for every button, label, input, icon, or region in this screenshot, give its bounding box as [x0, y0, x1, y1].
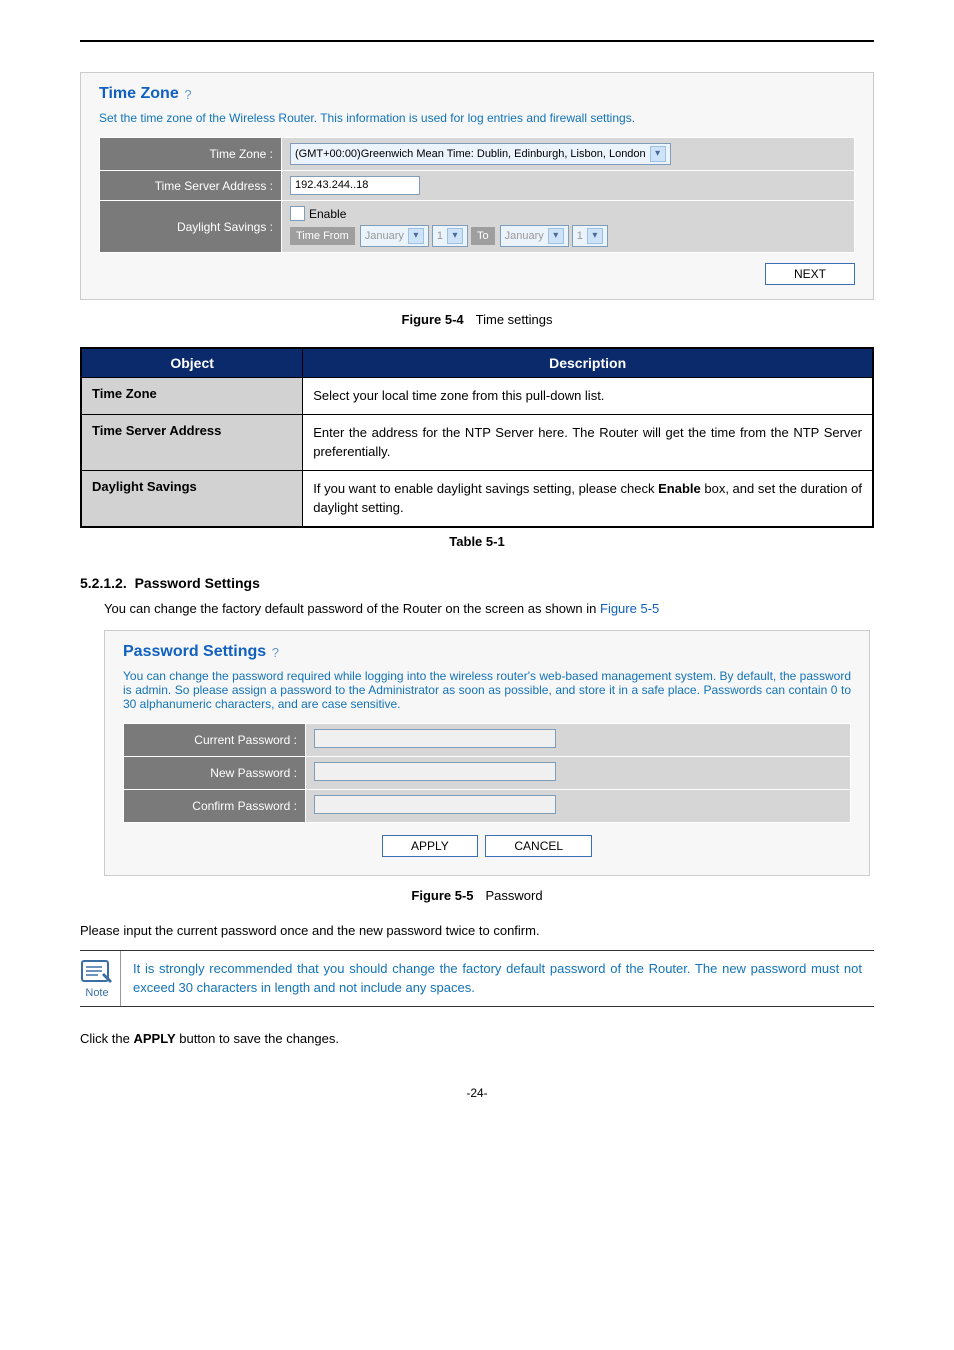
tz-select[interactable]: (GMT+00:00)Greenwich Mean Time: Dublin, …	[290, 143, 671, 165]
confirm-password-label: Confirm Password :	[124, 789, 306, 822]
current-password-label: Current Password :	[124, 723, 306, 756]
server-value-cell: 192.43.244..18	[282, 171, 855, 201]
from-day-select[interactable]: 1 ▾	[432, 225, 468, 247]
tz-select-text: (GMT+00:00)Greenwich Mean Time: Dublin, …	[295, 148, 646, 160]
to-day-select[interactable]: 1 ▾	[572, 225, 608, 247]
password-panel: Password Settings ? You can change the p…	[104, 630, 870, 876]
tz-value-cell: (GMT+00:00)Greenwich Mean Time: Dublin, …	[282, 138, 855, 171]
timezone-panel-title: Time Zone	[99, 85, 179, 103]
new-password-label: New Password :	[124, 756, 306, 789]
server-label: Time Server Address :	[100, 171, 282, 201]
figure-5-5-link[interactable]: Figure 5-5	[600, 601, 659, 616]
note-icon	[80, 957, 114, 985]
next-button[interactable]: NEXT	[765, 263, 855, 285]
chevron-down-icon: ▾	[548, 228, 564, 244]
apply-button[interactable]: APPLY	[382, 835, 478, 857]
timezone-panel-desc: Set the time zone of the Wireless Router…	[99, 111, 855, 125]
new-password-input[interactable]	[314, 762, 556, 781]
obj-header: Object	[81, 348, 303, 378]
chevron-down-icon: ▾	[650, 146, 666, 162]
chevron-down-icon: ▾	[447, 228, 463, 244]
page-number: -24-	[80, 1086, 874, 1100]
note-text: It is strongly recommended that you shou…	[121, 951, 874, 1006]
confirm-password-input[interactable]	[314, 795, 556, 814]
help-icon[interactable]: ?	[184, 87, 191, 102]
password-form-table: Current Password : New Password : Confir…	[123, 723, 851, 823]
password-panel-desc: You can change the password required whi…	[123, 669, 851, 711]
from-month-select[interactable]: January ▾	[360, 225, 429, 247]
server-input[interactable]: 192.43.244..18	[290, 176, 420, 195]
object-description-table: Object Description Time Zone Select your…	[80, 347, 874, 528]
help-icon[interactable]: ?	[272, 645, 279, 660]
section-heading: 5.2.1.2. Password Settings	[80, 575, 874, 591]
chevron-down-icon: ▾	[587, 228, 603, 244]
note-icon-cell: Note	[80, 951, 121, 1006]
apply-instruction: Click the APPLY button to save the chang…	[80, 1031, 874, 1046]
table-row: Time Server Address Enter the address fo…	[81, 414, 873, 470]
to-month-select[interactable]: January ▾	[500, 225, 569, 247]
table-5-1-caption: Table 5-1	[80, 534, 874, 549]
ds-value-cell: Enable Time From January ▾ 1 ▾ To Januar…	[282, 201, 855, 253]
ds-enable-label: Enable	[309, 207, 346, 221]
cancel-button[interactable]: CANCEL	[485, 835, 592, 857]
to-label: To	[471, 227, 495, 245]
time-from-label: Time From	[290, 227, 355, 245]
table-row: Time Zone Select your local time zone fr…	[81, 378, 873, 415]
timezone-panel: Time Zone ? Set the time zone of the Wir…	[80, 72, 874, 300]
tz-label: Time Zone :	[100, 138, 282, 171]
current-password-input[interactable]	[314, 729, 556, 748]
note-label: Note	[80, 987, 114, 999]
password-panel-title: Password Settings	[123, 643, 266, 661]
timezone-form-table: Time Zone : (GMT+00:00)Greenwich Mean Ti…	[99, 137, 855, 253]
desc-header: Description	[303, 348, 873, 378]
chevron-down-icon: ▾	[408, 228, 424, 244]
section-body: You can change the factory default passw…	[104, 601, 874, 616]
ds-label: Daylight Savings :	[100, 201, 282, 253]
figure-5-5-caption: Figure 5-5Password	[80, 888, 874, 903]
note-box: Note It is strongly recommended that you…	[80, 950, 874, 1007]
page-top-rule	[80, 40, 874, 42]
ds-enable-checkbox[interactable]	[290, 206, 305, 221]
figure-5-4-caption: Figure 5-4Time settings	[80, 312, 874, 327]
confirm-text: Please input the current password once a…	[80, 923, 874, 938]
table-row: Daylight Savings If you want to enable d…	[81, 470, 873, 527]
